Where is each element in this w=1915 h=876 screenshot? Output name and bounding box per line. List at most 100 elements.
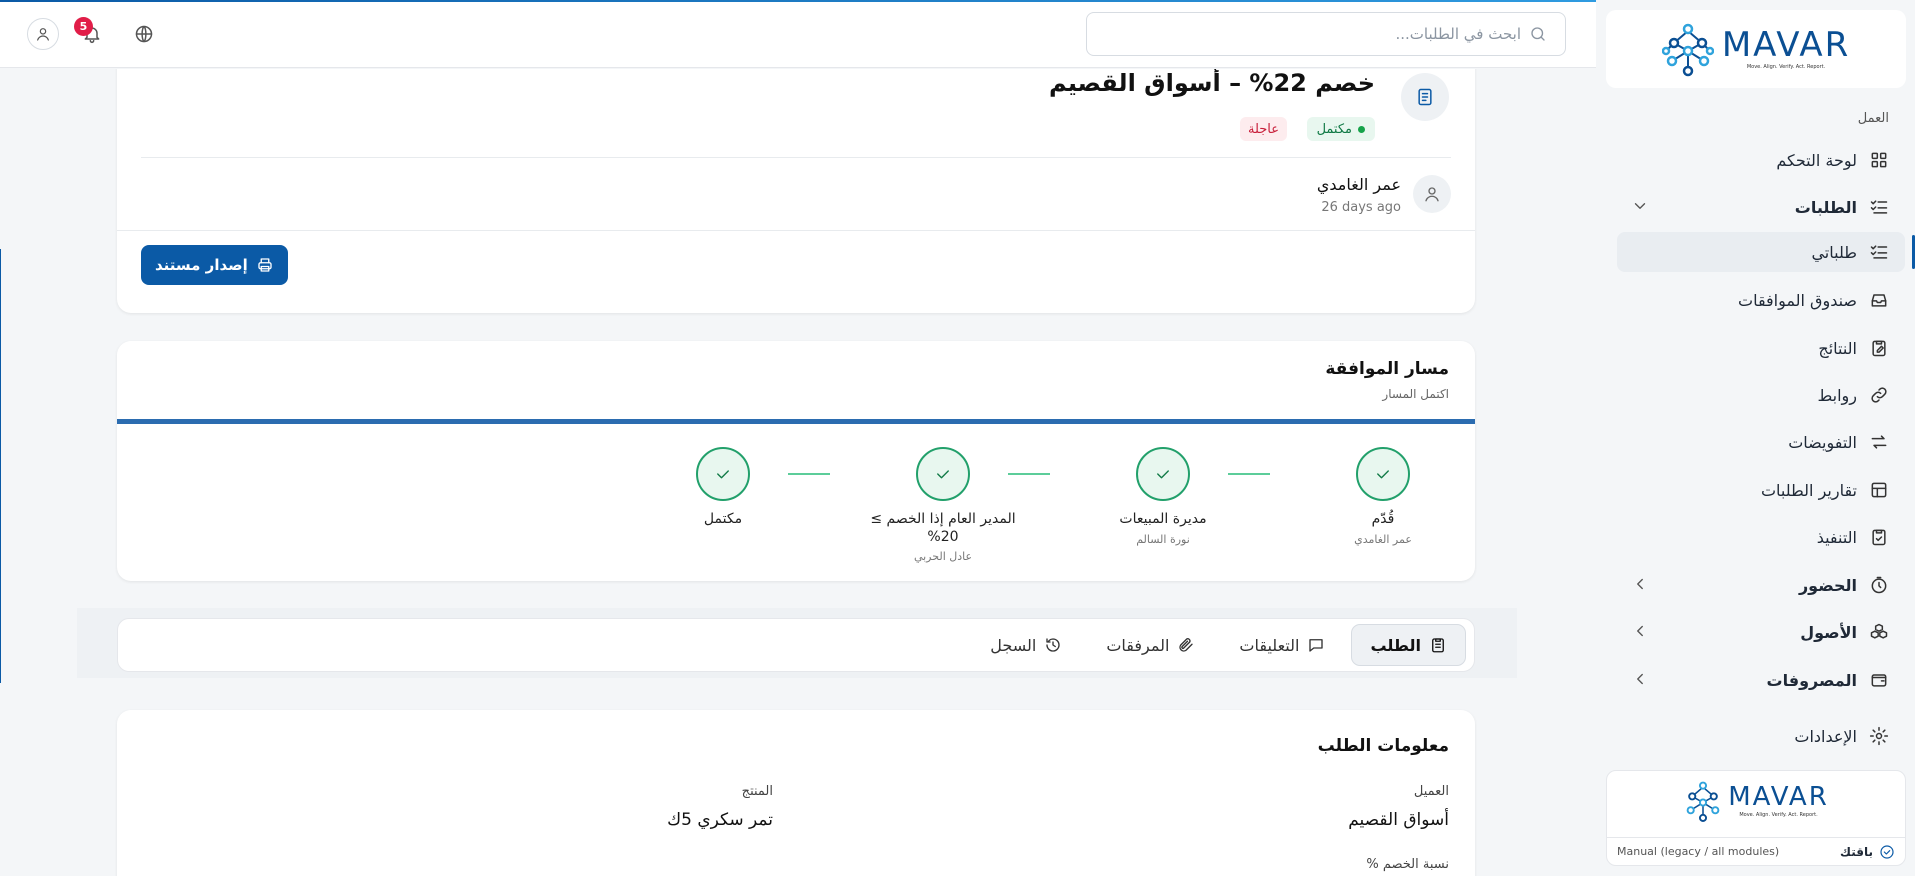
request-tabs: الطلب التعليقات المرفقات السجل <box>117 618 1475 672</box>
logo-card[interactable]: MAVAR Move. Align. Verify. Act. Report. <box>1606 10 1906 88</box>
chevron-left-icon <box>1631 575 1649 593</box>
requester-avatar <box>1413 175 1451 213</box>
list-check-icon <box>1869 242 1889 262</box>
sidebar: MAVAR Move. Align. Verify. Act. Report. … <box>1596 0 1915 876</box>
approval-step: قُدّم عمر الغامدي <box>1303 447 1463 546</box>
list-check-icon <box>1869 197 1889 217</box>
approval-step: مديرة المبيعات نورة السالم <box>1083 447 1243 546</box>
comment-icon <box>1307 636 1325 654</box>
history-icon <box>1044 636 1062 654</box>
inbox-icon <box>1869 290 1889 310</box>
status-badge: مكتمل <box>1306 117 1375 141</box>
sidebar-item-approvals-inbox[interactable]: صندوق الموافقات <box>1617 280 1905 320</box>
sidebar-item-execution[interactable]: التنفيذ <box>1617 517 1905 557</box>
sidebar-item-label: التنفيذ <box>1816 527 1857 547</box>
package-row: باقتك Manual (legacy / all modules) <box>1607 837 1905 865</box>
package-logo: MAVAR Move. Align. Verify. Act. Report. <box>1607 779 1905 823</box>
top-header: 5 <box>0 2 1596 68</box>
notification-badge: 5 <box>74 17 93 36</box>
check-icon <box>714 465 732 483</box>
edge-line <box>0 249 1 683</box>
main-content: خصم 22% – أسواق القصيم مكتمل عاجلة عمر ا… <box>0 69 1596 876</box>
sidebar-item-assets[interactable]: الأصول <box>1617 612 1905 652</box>
tab-comments[interactable]: التعليقات <box>1221 624 1343 666</box>
sidebar-item-label: طلباتي <box>1811 242 1857 262</box>
tab-history[interactable]: السجل <box>972 624 1080 666</box>
sidebar-item-label: تقارير الطلبات <box>1760 480 1857 500</box>
check-circle-icon <box>1879 844 1895 860</box>
step-label: قُدّم <box>1371 511 1395 527</box>
chevron-down-icon <box>1631 197 1649 215</box>
request-title: خصم 22% – أسواق القصيم <box>1049 69 1375 97</box>
logo-tagline: Move. Align. Verify. Act. Report. <box>1739 812 1818 818</box>
user-icon <box>1423 185 1441 203</box>
sidebar-item-label: الأصول <box>1800 622 1857 642</box>
sidebar-item-request-reports[interactable]: تقارير الطلبات <box>1617 470 1905 510</box>
logo-wordmark: MAVAR <box>1721 25 1851 65</box>
timer-icon <box>1869 575 1889 595</box>
tab-request[interactable]: الطلب <box>1351 624 1466 666</box>
sidebar-item-results[interactable]: النتائج <box>1617 328 1905 368</box>
tab-attachments[interactable]: المرفقات <box>1088 624 1213 666</box>
sidebar-item-dashboard[interactable]: لوحة التحكم <box>1617 140 1905 180</box>
issue-document-button[interactable]: إصدار مستند <box>141 245 288 285</box>
link-icon <box>1869 385 1889 405</box>
clipboard-list-icon <box>1429 636 1447 654</box>
step-person: عادل الحربي <box>913 550 973 563</box>
tab-label: التعليقات <box>1239 635 1300 655</box>
search-input[interactable] <box>1101 25 1521 43</box>
clipboard-check-icon <box>1869 527 1889 547</box>
approval-path-title: مسار الموافقة <box>1325 359 1449 379</box>
approval-progress-bar <box>117 419 1475 424</box>
request-info-card: معلومات الطلب العميل أسواق القصيم المنتج… <box>117 710 1475 876</box>
tab-label: المرفقات <box>1106 635 1170 655</box>
step-person: نورة السالم <box>1136 532 1190 546</box>
sidebar-item-label: الطلبات <box>1794 197 1857 217</box>
sidebar-item-label: النتائج <box>1818 338 1857 358</box>
sidebar-item-label: المصروفات <box>1766 670 1857 690</box>
sidebar-item-my-requests[interactable]: طلباتي <box>1617 232 1905 272</box>
paperclip-icon <box>1177 636 1195 654</box>
sidebar-item-label: لوحة التحكم <box>1776 150 1857 170</box>
clipboard-edit-icon <box>1869 338 1889 358</box>
dashboard-icon <box>1869 150 1889 170</box>
sidebar-item-links[interactable]: روابط <box>1617 375 1905 415</box>
sidebar-item-delegations[interactable]: التفويضات <box>1617 422 1905 462</box>
step-label: مديرة المبيعات <box>1119 511 1207 527</box>
field-value-customer: أسواق القصيم <box>1348 810 1449 830</box>
network-logo-icon <box>1686 781 1720 822</box>
sidebar-item-label: الإعدادات <box>1794 726 1857 746</box>
user-menu-button[interactable] <box>27 18 59 50</box>
sidebar-item-label: صندوق الموافقات <box>1738 290 1857 310</box>
search-box[interactable] <box>1086 12 1566 56</box>
network-logo-icon <box>1661 23 1714 77</box>
package-card[interactable]: MAVAR Move. Align. Verify. Act. Report. … <box>1606 770 1906 866</box>
sidebar-item-attendance[interactable]: الحضور <box>1617 565 1905 605</box>
approval-path-card: مسار الموافقة اكتمل المسار قُدّم عمر الغ… <box>117 341 1475 581</box>
sidebar-item-requests[interactable]: الطلبات <box>1617 187 1905 227</box>
gear-icon <box>1869 726 1889 746</box>
step-label: مكتمل <box>703 511 743 527</box>
package-description: Manual (legacy / all modules) <box>1617 845 1780 858</box>
approval-step: مكتمل <box>643 447 803 533</box>
issue-document-label: إصدار مستند <box>155 256 248 274</box>
request-header-card: خصم 22% – أسواق القصيم مكتمل عاجلة عمر ا… <box>117 69 1475 313</box>
divider <box>141 157 1451 158</box>
tab-label: السجل <box>990 635 1037 655</box>
sidebar-item-expenses[interactable]: المصروفات <box>1617 660 1905 700</box>
globe-icon <box>134 24 154 44</box>
table-icon <box>1869 480 1889 500</box>
language-button[interactable] <box>128 18 160 50</box>
sidebar-item-label: الحضور <box>1798 575 1857 595</box>
field-label-discount: نسبة الخصم % <box>1366 857 1449 872</box>
package-name: باقتك <box>1840 844 1873 859</box>
approval-path-subtitle: اكتمل المسار <box>1382 387 1449 401</box>
step-label: المدير العام إذا الخصم ≥ 20% <box>870 511 1016 545</box>
check-icon <box>1374 465 1392 483</box>
printer-icon <box>256 256 274 274</box>
step-check-circle <box>1356 447 1410 501</box>
field-label-customer: العميل <box>1413 784 1449 799</box>
search-icon <box>1529 25 1547 43</box>
sidebar-item-settings[interactable]: الإعدادات <box>1617 716 1905 756</box>
status-dot <box>1358 125 1365 133</box>
